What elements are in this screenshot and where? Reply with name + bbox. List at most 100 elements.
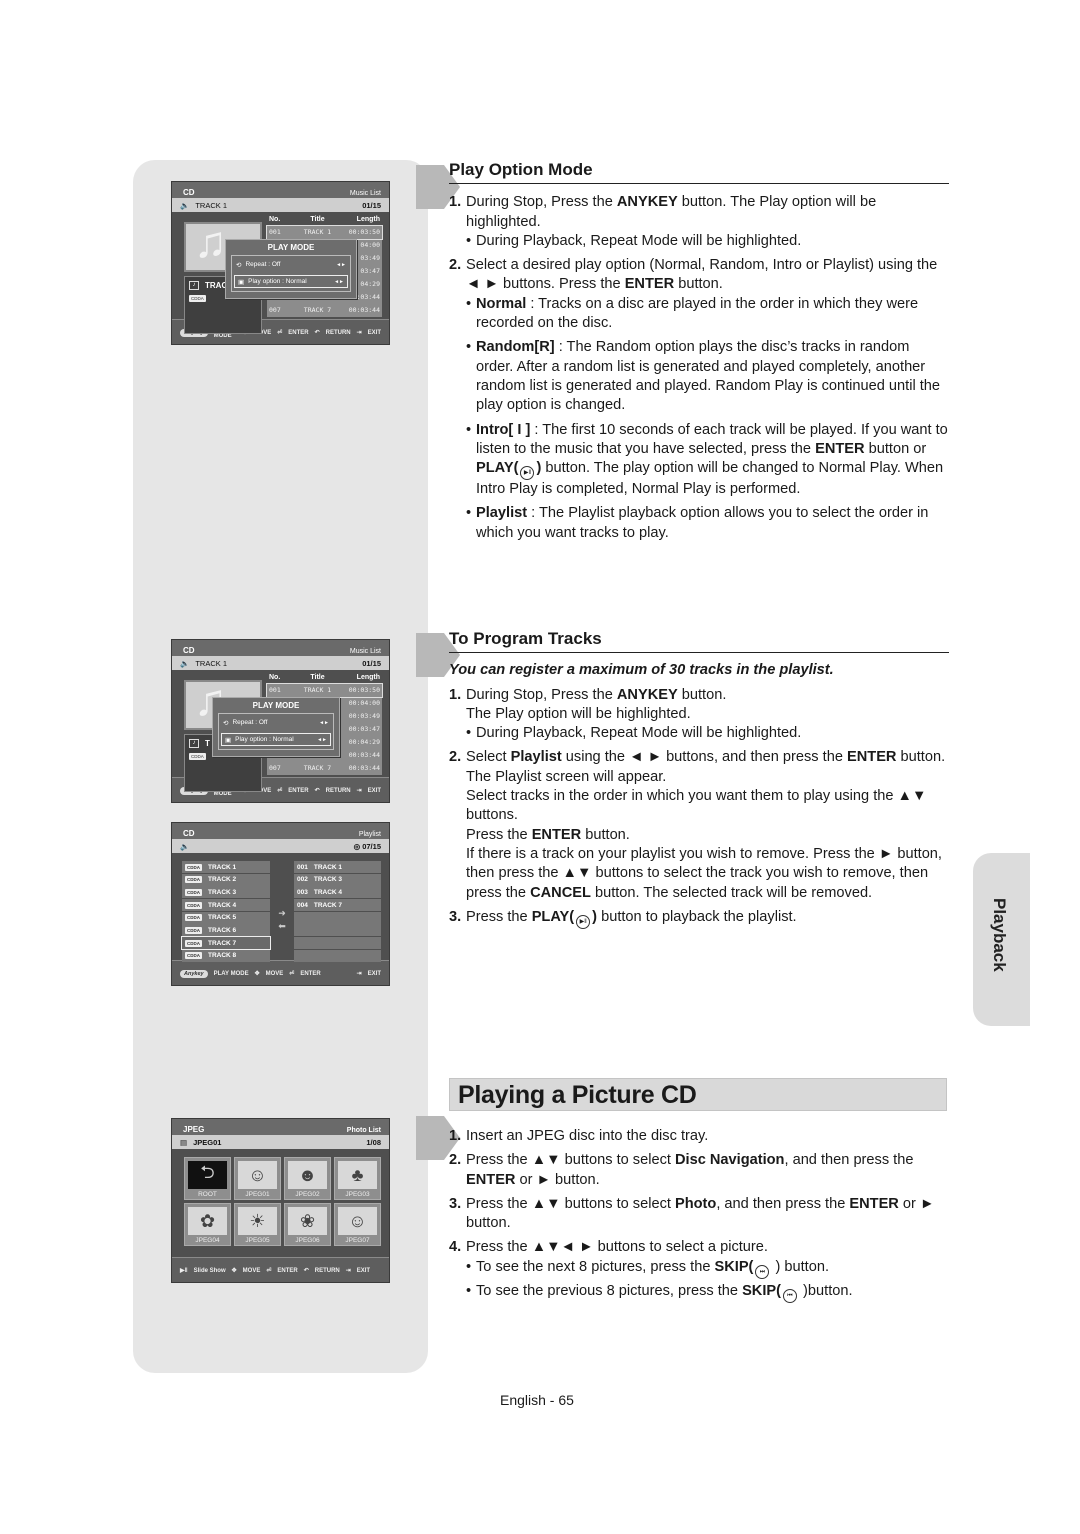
photo-grid: ⮌ ROOT ☺ JPEG01 ☻ JPEG02 ♣ JPEG03 ✿ JPEG04 ☀ J… bbox=[184, 1157, 381, 1246]
exit-icon: ⇥ bbox=[345, 1268, 351, 1274]
osd-footer: Anykey PLAY MODE ✥ MOVE ⏎ ENTER ⇥ EXIT bbox=[172, 960, 389, 985]
photo-item[interactable]: ❀ JPEG06 bbox=[284, 1203, 331, 1246]
photo-item[interactable]: ✿ JPEG04 bbox=[184, 1203, 231, 1246]
photo-thumb: ☺ bbox=[238, 1161, 277, 1189]
photo-thumb: ✿ bbox=[188, 1207, 227, 1235]
music-icon: ♪ bbox=[189, 739, 199, 748]
osd-footer: ▶‖ Slide Show ✥ MOVE ⏎ ENTER ↶ RETURN ⇥ EXIT bbox=[172, 1257, 389, 1282]
photo-thumb: ☻ bbox=[288, 1161, 327, 1189]
step: 1. During Stop, Press the ANYKEY button. … bbox=[449, 193, 949, 251]
list-item[interactable]: CDDA TRACK 4 bbox=[182, 899, 270, 912]
section-title: Play Option Mode bbox=[449, 160, 949, 185]
photo-thumb: ☀ bbox=[238, 1207, 277, 1235]
speaker-icon: 🔈 bbox=[180, 200, 190, 210]
section-program-tracks: To Program Tracks You can register a max… bbox=[449, 629, 949, 929]
track-row[interactable]: 007 TRACK 7 00:03:44 bbox=[267, 762, 382, 775]
section-title: To Program Tracks bbox=[449, 629, 949, 654]
list-item[interactable]: CDDA TRACK 1 bbox=[182, 861, 270, 873]
list-item[interactable]: 004 TRACK 7 bbox=[294, 899, 381, 912]
section-arrow-icon bbox=[416, 165, 460, 209]
list-item[interactable]: 003 TRACK 4 bbox=[294, 886, 381, 899]
section-arrow-icon bbox=[416, 1116, 460, 1160]
exit-icon: ⇥ bbox=[356, 971, 362, 977]
repeat-icon: ⟲ bbox=[223, 719, 229, 727]
folder-icon: ▤ bbox=[180, 1137, 188, 1147]
return-icon: ↶ bbox=[314, 788, 320, 794]
list-item[interactable]: CDDA TRACK 3 bbox=[182, 886, 270, 899]
osd-track-label: TRACK 1 bbox=[195, 200, 228, 210]
play-option-option[interactable]: ▣ Play option : Normal ◄► bbox=[234, 275, 348, 288]
enter-icon: ⏎ bbox=[289, 971, 295, 977]
play-option-icon: ▣ bbox=[238, 278, 245, 286]
empty-slot bbox=[294, 924, 381, 937]
exit-icon: ⇥ bbox=[356, 788, 362, 794]
slideshow-icon: ▶‖ bbox=[180, 1268, 188, 1274]
empty-slot bbox=[294, 949, 381, 962]
list-item[interactable]: CDDA TRACK 6 bbox=[182, 924, 270, 937]
track-row[interactable]: 007 TRACK 7 00:03:44 bbox=[267, 304, 382, 317]
play-mode-popup: PLAY MODE ⟲ Repeat : Off ◄► ▣ Play option :… bbox=[225, 239, 357, 299]
photo-item[interactable]: ☺ JPEG01 bbox=[234, 1157, 281, 1200]
chapter-side-tab: Playback bbox=[973, 853, 1030, 1026]
speaker-icon: 🔈 bbox=[180, 658, 190, 668]
repeat-option[interactable]: ⟲ Repeat : Off ◄► bbox=[223, 716, 329, 729]
list-item[interactable]: CDDA TRACK 2 bbox=[182, 873, 270, 886]
list-item[interactable]: CDDA TRACK 8 bbox=[182, 949, 270, 962]
section-arrow-icon bbox=[416, 633, 460, 677]
move-icon: ✥ bbox=[231, 1268, 237, 1274]
empty-slot bbox=[294, 911, 381, 924]
photo-thumb: ❀ bbox=[288, 1207, 327, 1235]
step: 1. Insert an JPEG disc into the disc tray… bbox=[449, 1128, 709, 1144]
step: 3. Press the PLAY(▶‖) button to playback … bbox=[449, 908, 949, 929]
section-play-option-mode: Play Option Mode 1. During Stop, Press th… bbox=[449, 160, 949, 543]
photo-item[interactable]: ♣ JPEG03 bbox=[334, 1157, 381, 1200]
list-item[interactable]: 002 TRACK 3 bbox=[294, 873, 381, 886]
osd-counter: 01/15 bbox=[362, 200, 381, 210]
step: 2. Press the ▲▼ buttons to select Disc Na… bbox=[449, 1152, 914, 1188]
enter-icon: ⏎ bbox=[277, 788, 283, 794]
skip-button-icon: ⏭ bbox=[755, 1264, 770, 1279]
page-footer: English - 65 bbox=[500, 1392, 574, 1408]
play-button-icon: ▶‖ bbox=[576, 914, 591, 929]
cdda-badge: CDDA bbox=[189, 295, 206, 302]
list-item[interactable]: CDDA TRACK 5 bbox=[182, 911, 270, 924]
step: 4. Press the ▲▼◄ ► buttons to select a pi… bbox=[449, 1238, 949, 1303]
add-arrow-icon: ➜ bbox=[278, 908, 286, 918]
remove-arrow-icon: ⬅ bbox=[278, 921, 286, 931]
play-mode-popup: PLAY MODE ⟲ Repeat : Off ◄► ▣ Play option :… bbox=[212, 697, 340, 757]
list-item[interactable]: 001 TRACK 1 bbox=[294, 861, 381, 873]
photo-thumb: ☺ bbox=[338, 1207, 377, 1235]
photo-item[interactable]: ☺ JPEG07 bbox=[334, 1203, 381, 1246]
cdda-badge: CDDA bbox=[189, 753, 206, 760]
skip-back-button-icon: ⏮ bbox=[783, 1288, 797, 1303]
add-remove-arrows: ➜ ⬅ bbox=[275, 907, 289, 933]
photo-item[interactable]: ⮌ ROOT bbox=[184, 1157, 231, 1200]
track-row[interactable]: 001 TRACK 1 00:03:50 bbox=[266, 683, 383, 698]
step: 3. Press the ▲▼ buttons to select Photo, … bbox=[449, 1195, 935, 1232]
list-item[interactable]: CDDA TRACK 7 bbox=[181, 936, 271, 951]
osd-playlist: CD Playlist 🔈 ◎ 07/15 CDDA TRACK 1 CDDA TRAC… bbox=[171, 822, 390, 986]
enter-icon: ⏎ bbox=[266, 1268, 272, 1274]
play-button-icon: ▶‖ bbox=[520, 466, 535, 481]
play-option-option[interactable]: ▣ Play option : Normal ◄► bbox=[221, 733, 331, 746]
step: 2. Select a desired play option (Normal, … bbox=[449, 256, 949, 543]
osd-disc-label: CD bbox=[183, 188, 195, 197]
photo-item[interactable]: ☻ JPEG02 bbox=[284, 1157, 331, 1200]
music-icon: ♪ bbox=[189, 281, 199, 290]
exit-icon: ⇥ bbox=[356, 330, 362, 336]
osd-photo-list: JPEG Photo List ▤ JPEG01 1/08 ⮌ ROOT ☺ JPEG01… bbox=[171, 1118, 390, 1283]
track-row[interactable]: 001 TRACK 1 00:03:50 bbox=[266, 225, 383, 240]
chapter-title: Playing a Picture CD bbox=[449, 1078, 947, 1111]
photo-item[interactable]: ☀ JPEG05 bbox=[234, 1203, 281, 1246]
osd-view-label: Music List bbox=[349, 190, 381, 197]
repeat-option[interactable]: ⟲ Repeat : Off ◄► bbox=[236, 258, 346, 271]
available-tracks-list: CDDA TRACK 1 CDDA TRACK 2 CDDA TRACK 3 CDDA… bbox=[181, 861, 271, 963]
enter-icon: ⏎ bbox=[277, 330, 283, 336]
empty-slot bbox=[294, 937, 381, 950]
osd-music-list-2: CDMusic List 🔈TRACK 101/15 ♪TCDDA No.Tit… bbox=[171, 639, 390, 803]
osd-music-list-1: CDMusic List 🔈TRACK 101/15 ♪TRACCDDA No.… bbox=[171, 181, 390, 345]
photo-thumb: ♣ bbox=[338, 1161, 377, 1189]
move-icon: ✥ bbox=[254, 971, 260, 977]
section-picture-cd: 1. Insert an JPEG disc into the disc tray… bbox=[449, 1122, 949, 1303]
folder-up-icon: ⮌ bbox=[188, 1161, 227, 1189]
